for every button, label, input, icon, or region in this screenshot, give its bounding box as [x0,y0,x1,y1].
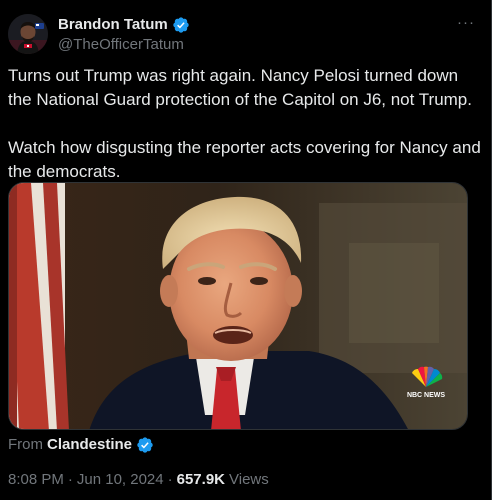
video-watermark: NBC NEWS [407,392,445,399]
display-name[interactable]: Brandon Tatum [58,16,168,34]
meta-separator: · [67,471,73,488]
video-player[interactable]: NBC NEWS [8,182,468,430]
tweet-text: Turns out Trump was right again. Nancy P… [8,64,484,184]
source-attribution: From Clandestine [8,435,154,455]
display-name-row: Brandon Tatum [58,16,190,34]
from-account-link[interactable]: Clandestine [47,435,132,455]
avatar[interactable] [8,14,48,54]
avatar-image [8,14,48,54]
tweet-header: Brandon Tatum @TheOfficerTatum ··· [8,14,480,54]
from-label: From [8,436,43,453]
tweet-date[interactable]: Jun 10, 2024 [77,470,164,490]
tweet-paragraph: Turns out Trump was right again. Nancy P… [8,66,472,109]
author-names: Brandon Tatum @TheOfficerTatum [58,16,190,55]
video-frame: NBC NEWS [9,183,467,429]
author-handle[interactable]: @TheOfficerTatum [58,35,190,55]
tweet-paragraph: Watch how disgusting the reporter acts c… [8,138,481,181]
verified-badge-icon [136,436,154,454]
views-count: 657.9K [176,471,225,488]
flag-backdrop [9,183,69,429]
verified-badge-icon [172,16,190,34]
more-options-icon[interactable]: ··· [452,8,480,36]
tweet-metadata: 8:08 PM · Jun 10, 2024 · 657.9K Views [8,470,269,490]
tweet-time[interactable]: 8:08 PM [8,470,64,490]
meta-separator: · [167,471,173,488]
views-label: Views [229,471,269,488]
